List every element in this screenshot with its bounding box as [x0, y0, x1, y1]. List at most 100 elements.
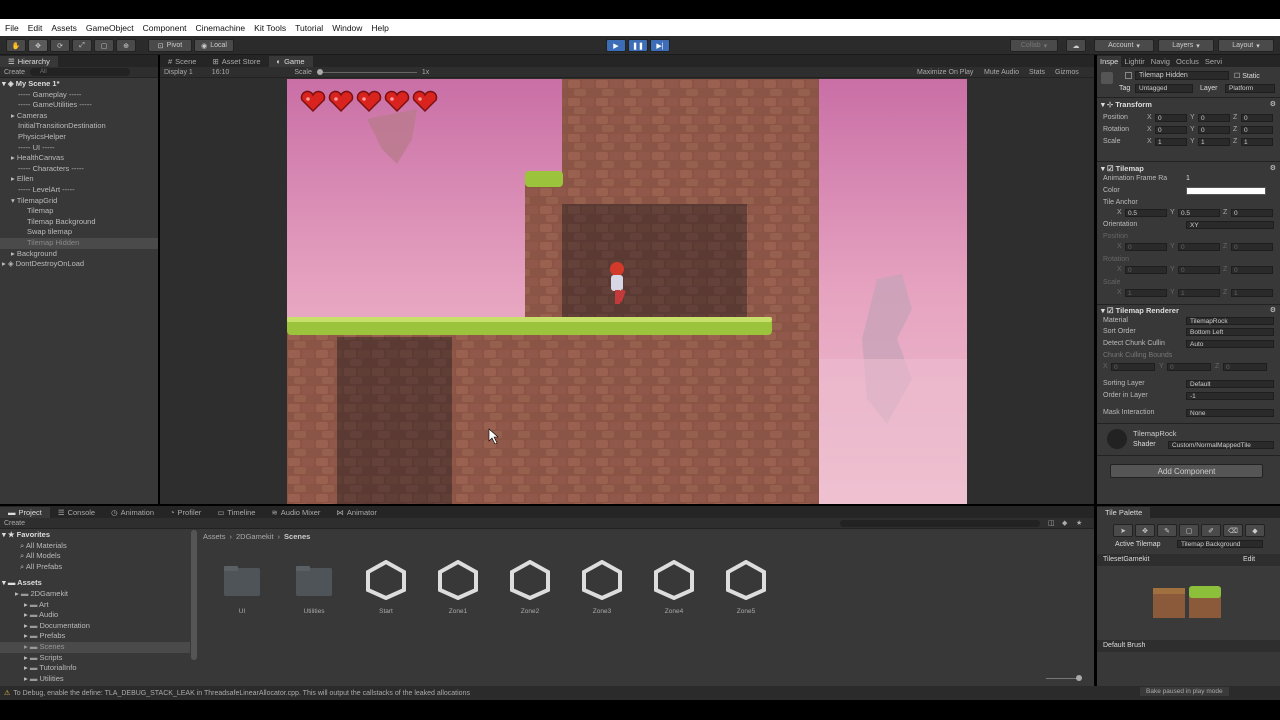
asset-item[interactable]: Zone1: [430, 559, 486, 615]
breadcrumb-scenes[interactable]: Scenes: [284, 532, 310, 541]
filter-type-icon[interactable]: ◫: [1048, 519, 1055, 527]
hierarchy-item[interactable]: InitialTransitionDestination: [0, 121, 158, 132]
transform-rotation-x-field[interactable]: 0: [1155, 126, 1187, 134]
tab-profiler[interactable]: ◔ Profiler: [162, 507, 209, 518]
transform-scale-z-field[interactable]: 1: [1241, 138, 1273, 146]
breadcrumb-2dgamekit[interactable]: 2DGamekit: [236, 532, 274, 541]
account-dropdown[interactable]: Account ▾: [1094, 39, 1154, 52]
tab-timeline[interactable]: ▭ Timeline: [209, 507, 263, 518]
icon-size-slider-thumb[interactable]: [1076, 675, 1082, 681]
tab-animation[interactable]: ◷ Animation: [103, 507, 162, 518]
paint-tool-button[interactable]: ✎: [1157, 524, 1177, 537]
project-create-dropdown[interactable]: Create: [4, 520, 25, 527]
favorite-item[interactable]: ⌕ All Prefabs: [0, 562, 190, 573]
asset-item[interactable]: Utilities: [286, 560, 342, 615]
menu-gameobject[interactable]: GameObject: [86, 23, 134, 33]
transform-scale-x-field[interactable]: 1: [1155, 138, 1187, 146]
scene-root[interactable]: ▾ ◈ My Scene 1*: [0, 79, 158, 90]
tab-game[interactable]: ◐ Game: [268, 56, 313, 67]
anchor-y-field[interactable]: 0.5: [1178, 209, 1220, 217]
project-folder-item[interactable]: ▸ ▬ Scripts: [0, 653, 190, 664]
eraser-tool-button[interactable]: ⌫: [1223, 524, 1243, 537]
hierarchy-item[interactable]: ▾ TilemapGrid: [0, 196, 158, 207]
chunk-culling-dropdown[interactable]: Auto: [1186, 340, 1274, 348]
tab-animator[interactable]: ⋈ Animator: [328, 507, 385, 518]
step-button[interactable]: ▶|: [650, 39, 670, 52]
active-checkbox[interactable]: [1125, 72, 1132, 79]
hierarchy-item[interactable]: ----- Characters -----: [0, 164, 158, 175]
tab-hierarchy[interactable]: ☰ Hierarchy: [0, 56, 58, 67]
layout-dropdown[interactable]: Layout ▾: [1218, 39, 1274, 52]
maximize-on-play-toggle[interactable]: Maximize On Play: [917, 69, 973, 76]
transform-settings-icon[interactable]: ⚙: [1270, 100, 1276, 108]
mask-interaction-dropdown[interactable]: None: [1186, 409, 1274, 417]
hand-tool-button[interactable]: ✋: [6, 39, 26, 52]
stats-toggle[interactable]: Stats: [1029, 69, 1045, 76]
hierarchy-item[interactable]: Tilemap: [0, 206, 158, 217]
anim-rate-field[interactable]: 1: [1186, 175, 1190, 182]
filter-label-icon[interactable]: ◆: [1062, 519, 1067, 527]
breadcrumb-assets[interactable]: Assets: [203, 532, 226, 541]
menu-window[interactable]: Window: [332, 23, 362, 33]
project-folder-item[interactable]: ▸ ▬ 2DGamekit: [0, 589, 190, 600]
palette-edit-button[interactable]: Edit: [1243, 556, 1255, 563]
status-message[interactable]: To Debug, enable the define: TLA_DEBUG_S…: [13, 690, 470, 697]
orientation-dropdown[interactable]: XY: [1186, 221, 1274, 229]
cloud-button[interactable]: ☁: [1066, 39, 1086, 52]
tab-occlusion[interactable]: Occlus: [1173, 56, 1202, 67]
hierarchy-item[interactable]: PhysicsHelper: [0, 132, 158, 143]
color-swatch[interactable]: [1186, 187, 1266, 195]
menu-help[interactable]: Help: [371, 23, 388, 33]
tab-inspector[interactable]: Inspe: [1097, 56, 1122, 67]
hierarchy-item[interactable]: Tilemap Hidden: [0, 237, 158, 249]
transform-position-y-field[interactable]: 0: [1198, 114, 1230, 122]
local-toggle[interactable]: ◉ Local: [194, 39, 234, 52]
scale-slider[interactable]: [316, 68, 417, 75]
asset-item[interactable]: Zone3: [574, 559, 630, 615]
menu-file[interactable]: File: [5, 23, 19, 33]
anchor-z-field[interactable]: 0: [1231, 209, 1273, 217]
scale-slider-thumb[interactable]: [316, 68, 323, 75]
menu-kit-tools[interactable]: Kit Tools: [254, 23, 286, 33]
transform-scale-y-field[interactable]: 1: [1198, 138, 1230, 146]
hierarchy-item[interactable]: ----- UI -----: [0, 143, 158, 154]
renderer-settings-icon[interactable]: ⚙: [1270, 306, 1276, 314]
hierarchy-item[interactable]: ----- LevelArt -----: [0, 185, 158, 196]
project-folder-item[interactable]: ▸ ▬ Utilities: [0, 674, 190, 685]
tab-services[interactable]: Servi: [1202, 56, 1225, 67]
anchor-x-field[interactable]: 0.5: [1125, 209, 1167, 217]
material-field[interactable]: TilemapRock: [1186, 317, 1274, 325]
pause-button[interactable]: ❚❚: [628, 39, 648, 52]
favorites-root[interactable]: ▾ ★ Favorites: [0, 530, 190, 541]
hierarchy-item[interactable]: ----- GameUtilities -----: [0, 100, 158, 111]
collab-dropdown[interactable]: Collab ▾: [1010, 39, 1058, 52]
menu-tutorial[interactable]: Tutorial: [295, 23, 323, 33]
menu-component[interactable]: Component: [143, 23, 187, 33]
tab-lighting[interactable]: Lightir: [1121, 56, 1147, 67]
assets-root[interactable]: ▾ ▬ Assets: [0, 578, 190, 589]
mute-audio-toggle[interactable]: Mute Audio: [984, 69, 1019, 76]
brush-dropdown[interactable]: Default Brush: [1097, 640, 1280, 652]
picker-tool-button[interactable]: ✐: [1201, 524, 1221, 537]
hierarchy-item[interactable]: ▸ Ellen: [0, 174, 158, 185]
sorting-layer-dropdown[interactable]: Default: [1186, 380, 1274, 388]
icon-size-slider[interactable]: [1046, 675, 1082, 681]
object-name-field[interactable]: Tilemap Hidden: [1135, 71, 1229, 80]
static-checkbox[interactable]: ☐ Static: [1234, 72, 1260, 80]
hierarchy-item[interactable]: ▸ Cameras: [0, 111, 158, 122]
scale-tool-button[interactable]: ⤢: [72, 39, 92, 52]
favorite-item[interactable]: ⌕ All Models: [0, 551, 190, 562]
order-in-layer-field[interactable]: -1: [1186, 392, 1274, 400]
menu-edit[interactable]: Edit: [28, 23, 43, 33]
transform-header[interactable]: ▾ ⊹ Transform: [1101, 100, 1152, 109]
asset-item[interactable]: Start: [358, 559, 414, 615]
layers-dropdown[interactable]: Layers ▾: [1158, 39, 1214, 52]
pivot-toggle[interactable]: ⊡ Pivot: [148, 39, 192, 52]
hierarchy-item[interactable]: ▸ Background: [0, 249, 158, 260]
aspect-dropdown[interactable]: 16:10: [212, 69, 230, 76]
project-search-input[interactable]: [840, 520, 1040, 527]
asset-item[interactable]: Zone4: [646, 559, 702, 615]
add-component-button[interactable]: Add Component: [1110, 464, 1263, 478]
play-button[interactable]: ▶: [606, 39, 626, 52]
hierarchy-item[interactable]: Swap tilemap: [0, 227, 158, 238]
